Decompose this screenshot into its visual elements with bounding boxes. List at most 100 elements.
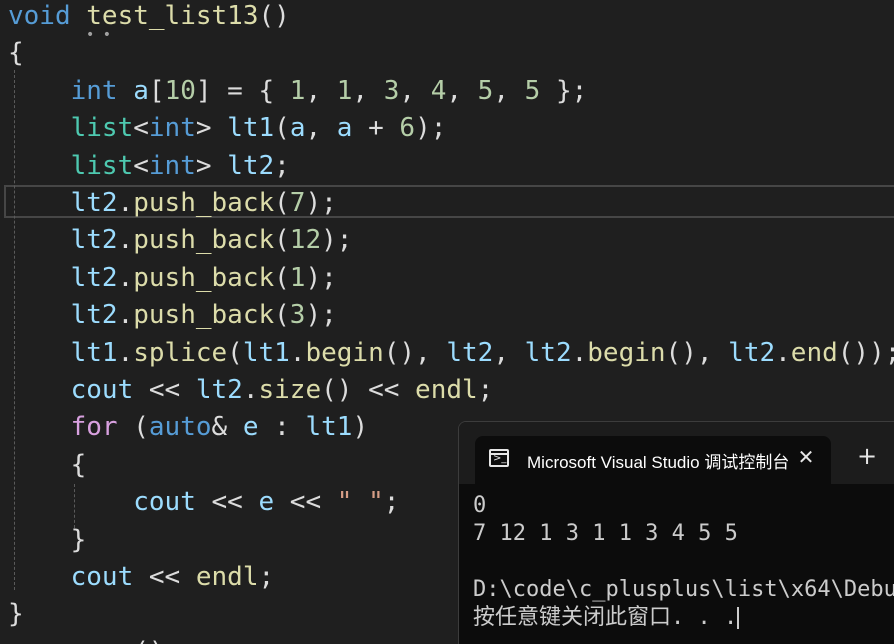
code-token: [ — [148, 75, 165, 106]
close-icon[interactable]: ✕ — [794, 445, 818, 469]
code-token: lt2 — [446, 337, 494, 368]
code-line[interactable]: { — [8, 35, 24, 72]
code-token: . — [117, 300, 134, 331]
code-token: }; — [540, 75, 588, 106]
code-token: lt1 — [70, 337, 118, 368]
code-token: push_back — [133, 225, 275, 256]
code-token: ); — [321, 225, 353, 256]
code-line[interactable]: for (auto& e : lt1) — [8, 409, 368, 446]
code-token: , — [305, 75, 337, 106]
code-token: lt2 — [227, 150, 275, 181]
code-line[interactable]: lt1.splice(lt1.begin(), lt2, lt2.begin()… — [8, 335, 894, 372]
code-token: lt2 — [70, 300, 118, 331]
code-line[interactable]: } — [8, 596, 24, 633]
code-token: auto — [148, 412, 212, 443]
code-token: , — [446, 75, 478, 106]
code-token: . — [242, 375, 259, 405]
code-token: . — [117, 225, 134, 256]
code-line[interactable]: void test_list13() — [8, 0, 290, 35]
code-line[interactable]: } — [8, 522, 87, 559]
code-line[interactable]: () — [8, 634, 164, 644]
code-token: 5 — [477, 75, 494, 106]
code-token: : — [258, 412, 306, 443]
code-token: { — [8, 38, 24, 69]
code-token: push_back — [133, 262, 275, 293]
code-token: . — [117, 262, 134, 293]
code-token: ( — [274, 225, 290, 256]
code-token: end — [790, 337, 838, 368]
code-line[interactable]: cout << endl; — [8, 559, 275, 596]
code-token: () — [258, 1, 290, 31]
text-cursor — [737, 607, 740, 629]
console-output[interactable]: 0 7 12 1 3 1 1 3 4 5 5 D:\code\c_plusplu… — [473, 492, 894, 632]
code-line[interactable]: int a[10] = { 1, 1, 3, 4, 5, 5 }; — [8, 73, 588, 110]
code-token: << — [274, 487, 337, 518]
code-token: endl — [415, 375, 478, 405]
console-output-line: 0 — [473, 493, 487, 518]
code-token: lt2 — [70, 262, 118, 293]
code-token: . — [117, 188, 134, 218]
code-token: int — [148, 150, 196, 181]
console-tab-title: Microsoft Visual Studio 调试控制台 — [527, 453, 789, 472]
debug-console-window[interactable]: >_ Microsoft Visual Studio 调试控制台 ✕ + 0 7… — [458, 421, 894, 644]
code-token: lt1 — [227, 113, 275, 144]
code-token: void — [8, 1, 71, 31]
code-token: , — [493, 75, 525, 106]
code-token: a — [289, 113, 306, 144]
code-token: > — [195, 113, 228, 144]
code-token: list — [70, 113, 134, 144]
code-token: + — [352, 113, 400, 144]
code-token: 12 — [289, 225, 322, 256]
console-title-bar[interactable]: >_ Microsoft Visual Studio 调试控制台 ✕ + — [459, 422, 894, 484]
code-token: lt1 — [242, 337, 290, 368]
code-line[interactable]: list<int> lt2; — [8, 148, 290, 185]
code-token: lt1 — [305, 412, 353, 443]
code-token: splice — [133, 337, 228, 368]
code-token: 10 — [164, 75, 196, 106]
code-token: test_list13 — [86, 1, 259, 31]
code-token: for — [70, 412, 118, 443]
code-token: 7 — [289, 188, 306, 218]
code-token: & — [211, 412, 243, 443]
code-token: lt2 — [70, 225, 118, 256]
code-line[interactable]: { — [8, 447, 87, 484]
code-token: << — [133, 375, 196, 405]
code-token: ()); — [837, 337, 894, 368]
code-token: lt2 — [195, 375, 243, 405]
code-token: " " — [336, 487, 384, 518]
code-editor[interactable]: • • void test_list13(){ int a[10] = { 1,… — [0, 0, 894, 644]
code-token: 3 — [289, 300, 306, 331]
code-token: , — [399, 75, 431, 106]
code-line[interactable]: cout << lt2.size() << endl; — [8, 372, 494, 409]
code-line[interactable]: lt2.push_back(3); — [8, 297, 337, 334]
code-token: a — [336, 113, 353, 144]
new-tab-button[interactable]: + — [855, 444, 879, 468]
code-token: ( — [274, 113, 290, 144]
console-prompt-text: 按任意键关闭此窗口. . . — [473, 605, 738, 630]
code-token: ; — [477, 375, 494, 405]
code-token: lt2 — [524, 337, 572, 368]
code-line[interactable]: list<int> lt1(a, a + 6); — [8, 110, 447, 147]
code-line[interactable]: lt2.push_back(1); — [8, 260, 337, 297]
code-line[interactable]: lt2.push_back(12); — [8, 222, 353, 259]
code-line[interactable]: lt2.push_back(7); — [8, 185, 337, 222]
code-token: , — [305, 113, 337, 144]
code-line[interactable]: cout << e << " "; — [8, 484, 399, 521]
code-token: ( — [274, 262, 290, 293]
code-token: e — [242, 412, 259, 443]
code-token: ; — [258, 562, 275, 592]
console-tab[interactable]: >_ Microsoft Visual Studio 调试控制台 ✕ — [475, 436, 831, 484]
console-output-line: D:\code\c_plusplus\list\x64\Debug\list.e… — [473, 577, 894, 602]
code-token: (), — [665, 337, 729, 368]
code-token: 5 — [524, 75, 541, 106]
